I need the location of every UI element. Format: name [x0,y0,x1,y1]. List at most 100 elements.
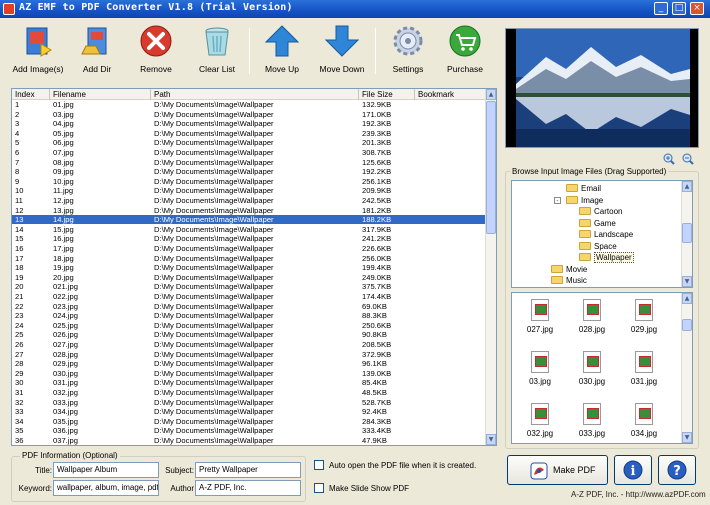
thumbnail-item[interactable]: 032.jpg [520,403,560,438]
folder-tree[interactable]: Email Image - Cartoon Game Landscape Space Wall… [511,180,693,288]
thumb-scroll-up-arrow[interactable]: ▲ [682,293,692,304]
zoom-out-icon[interactable] [682,153,694,165]
table-row[interactable]: 23 024.jpg D:\My Documents\Image\Wallpaper… [12,311,486,320]
thumbnail-scrollbar[interactable]: ▲ ▼ [681,293,692,443]
column-index[interactable]: Index [12,89,50,100]
scroll-down-arrow[interactable]: ▼ [486,434,496,445]
table-row[interactable]: 16 17.jpg D:\My Documents\Image\Wallpaper 2… [12,244,486,253]
table-row[interactable]: 22 023.jpg D:\My Documents\Image\Wallpaper… [12,302,486,311]
scroll-thumb[interactable] [486,101,496,234]
table-row[interactable]: 9 10.jpg D:\My Documents\Image\Wallpaper 25… [12,177,486,186]
thumbnail-item[interactable]: 030.jpg [572,351,612,386]
table-row[interactable]: 11 12.jpg D:\My Documents\Image\Wallpaper 2… [12,196,486,205]
table-row[interactable]: 34 035.jpg D:\My Documents\Image\Wallpaper… [12,417,486,426]
tree-item-music[interactable]: Music [551,275,587,286]
tree-collapse-toggle[interactable]: - [554,196,561,204]
column-path[interactable]: Path [151,89,359,100]
table-row[interactable]: 35 036.jpg D:\My Documents\Image\Wallpaper… [12,426,486,435]
thumbnail-grid[interactable]: 027.jpg 028.jpg 029.jpg 03.jpg 030.jpg 031.jp… [511,292,693,444]
keyword-input[interactable]: wallpaper, album, image, pdf [53,480,159,496]
tree-item-landscape[interactable]: Landscape [579,229,633,240]
tree-item-email[interactable]: Email [566,183,601,194]
table-row[interactable]: 30 031.jpg D:\My Documents\Image\Wallpaper… [12,378,486,387]
footer-link[interactable]: A-Z PDF, Inc. - http://www.azPDF.com [571,490,706,499]
tree-scroll-up-arrow[interactable]: ▲ [682,181,692,192]
thumbnail-item[interactable]: 034.jpg [624,403,664,438]
table-row[interactable]: 12 13.jpg D:\My Documents\Image\Wallpaper 1… [12,206,486,215]
table-row[interactable]: 17 18.jpg D:\My Documents\Image\Wallpaper 2… [12,254,486,263]
slide-show-checkbox[interactable]: Make Slide Show PDF [314,483,409,493]
table-row[interactable]: 2 03.jpg D:\My Documents\Image\Wallpaper 17… [12,110,486,119]
table-row[interactable]: 31 032.jpg D:\My Documents\Image\Wallpaper… [12,388,486,397]
help-button[interactable]: ? [658,455,696,485]
table-row[interactable]: 5 06.jpg D:\My Documents\Image\Wallpaper 20… [12,138,486,147]
table-row[interactable]: 36 037.jpg D:\My Documents\Image\Wallpaper… [12,436,486,445]
tree-scroll-down-arrow[interactable]: ▼ [682,276,692,287]
table-row[interactable]: 33 034.jpg D:\My Documents\Image\Wallpaper… [12,407,486,416]
folder-tree-scrollbar[interactable]: ▲ ▼ [681,181,692,287]
thumbnail-item[interactable]: 028.jpg [572,299,612,334]
auto-open-checkbox-box[interactable] [314,460,324,470]
table-row[interactable]: 6 07.jpg D:\My Documents\Image\Wallpaper 30… [12,148,486,157]
table-row[interactable]: 14 15.jpg D:\My Documents\Image\Wallpaper 3… [12,225,486,234]
thumbnail-item[interactable]: 029.jpg [624,299,664,334]
thumbnail-item[interactable]: 033.jpg [572,403,612,438]
table-row[interactable]: 28 029.jpg D:\My Documents\Image\Wallpaper… [12,359,486,368]
tree-item-wallpaper[interactable]: Wallpaper [579,252,634,263]
purchase-button[interactable]: Purchase [433,24,497,82]
move-down-button[interactable]: Move Down [310,24,374,82]
tree-item-cartoon[interactable]: Cartoon [579,206,622,217]
subject-input[interactable]: Pretty Wallpaper [195,462,301,478]
info-button[interactable]: i [614,455,652,485]
table-row[interactable]: 26 027.jpg D:\My Documents\Image\Wallpaper… [12,340,486,349]
table-row[interactable]: 32 033.jpg D:\My Documents\Image\Wallpaper… [12,398,486,407]
table-row[interactable]: 29 030.jpg D:\My Documents\Image\Wallpaper… [12,369,486,378]
table-row[interactable]: 18 19.jpg D:\My Documents\Image\Wallpaper 1… [12,263,486,272]
table-row[interactable]: 20 021.jpg D:\My Documents\Image\Wallpaper… [12,282,486,291]
column-bookmark[interactable]: Bookmark [415,89,486,100]
table-row[interactable]: 1 01.jpg D:\My Documents\Image\Wallpaper 13… [12,100,486,109]
column-file-size[interactable]: File Size [359,89,415,100]
tree-item-movie[interactable]: Movie [551,264,587,275]
add-images-button[interactable]: Add Image(s) [6,24,70,82]
tree-item-space[interactable]: Space [579,241,617,252]
thumbnail-item[interactable]: 03.jpg [520,351,560,386]
file-list-scrollbar[interactable]: ▲ ▼ [485,89,496,445]
maximize-button[interactable]: □ [672,2,686,15]
table-row[interactable]: 25 026.jpg D:\My Documents\Image\Wallpaper… [12,330,486,339]
settings-button[interactable]: Settings [376,24,440,82]
thumb-scroll-thumb[interactable] [682,319,692,331]
thumb-scroll-down-arrow[interactable]: ▼ [682,432,692,443]
author-input[interactable]: A-Z PDF, Inc. [195,480,301,496]
auto-open-checkbox[interactable]: Auto open the PDF file when it is create… [314,460,476,470]
tree-item-game[interactable]: Game [579,218,616,229]
clear-list-button[interactable]: Clear List [185,24,249,82]
remove-button[interactable]: Remove [124,24,188,82]
table-row[interactable]: 15 16.jpg D:\My Documents\Image\Wallpaper 2… [12,234,486,243]
table-row[interactable]: 21 022.jpg D:\My Documents\Image\Wallpaper… [12,292,486,301]
make-pdf-button[interactable]: Make PDF [507,455,608,485]
table-row[interactable]: 24 025.jpg D:\My Documents\Image\Wallpaper… [12,321,486,330]
title-input[interactable]: Wallpaper Album [53,462,159,478]
title-bar[interactable]: AZ EMF to PDF Converter V1.8 (Trial Vers… [0,0,710,18]
scroll-up-arrow[interactable]: ▲ [486,89,496,100]
thumbnail-item[interactable]: 031.jpg [624,351,664,386]
table-row[interactable]: 27 028.jpg D:\My Documents\Image\Wallpaper… [12,350,486,359]
thumbnail-item[interactable]: 027.jpg [520,299,560,334]
zoom-in-icon[interactable] [663,153,675,165]
column-filename[interactable]: Filename [50,89,151,100]
add-dir-button[interactable]: Add Dir [65,24,129,82]
slide-show-checkbox-box[interactable] [314,483,324,493]
table-row[interactable]: 3 04.jpg D:\My Documents\Image\Wallpaper 19… [12,119,486,128]
table-row[interactable]: 4 05.jpg D:\My Documents\Image\Wallpaper 23… [12,129,486,138]
table-row[interactable]: 13 14.jpg D:\My Documents\Image\Wallpaper 1… [12,215,486,225]
file-list[interactable]: Index Filename Path File Size Bookmark 1… [11,88,497,446]
table-row[interactable]: 10 11.jpg D:\My Documents\Image\Wallpaper 2… [12,186,486,195]
close-button[interactable]: × [690,2,704,15]
tree-item-image[interactable]: Image [566,195,603,206]
minimize-button[interactable]: _ [654,2,668,15]
table-row[interactable]: 7 08.jpg D:\My Documents\Image\Wallpaper 12… [12,158,486,167]
table-row[interactable]: 19 20.jpg D:\My Documents\Image\Wallpaper 2… [12,273,486,282]
table-row[interactable]: 8 09.jpg D:\My Documents\Image\Wallpaper 19… [12,167,486,176]
move-up-button[interactable]: Move Up [250,24,314,82]
